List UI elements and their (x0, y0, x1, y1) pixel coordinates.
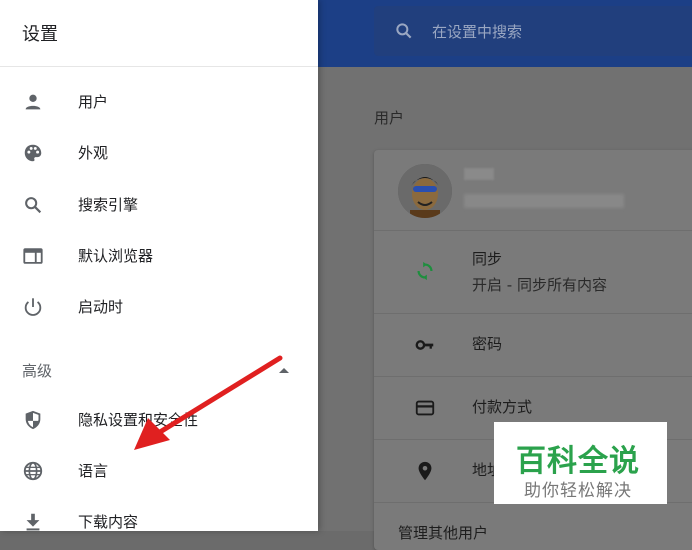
nav-label: 隐私设置和安全性 (78, 411, 199, 429)
manage-users-label: 管理其他用户 (398, 524, 489, 542)
download-icon (26, 513, 40, 531)
palette-icon (24, 144, 42, 162)
advanced-toggle-label[interactable]: 高级 (22, 360, 52, 381)
watermark-brand: 百科全说 (516, 444, 640, 479)
passwords-row[interactable]: 密码 (374, 313, 692, 377)
globe-icon (23, 461, 43, 481)
search-placeholder: 在设置中搜索 (432, 23, 523, 41)
nav-label: 外观 (78, 144, 109, 162)
nav-item-people[interactable]: 用户 (0, 80, 318, 124)
top-bar: 在设置中搜索 (318, 0, 692, 67)
key-icon (415, 340, 434, 350)
nav-label: 默认浏览器 (78, 247, 154, 265)
passwords-label: 密码 (472, 335, 503, 353)
section-title-people: 用户 (374, 109, 405, 127)
profile-name-blurred (464, 168, 494, 180)
sync-label: 同步 (472, 250, 503, 268)
settings-drawer: 设置 用户 外观 搜索引擎 默认浏览器 启动时 高级 隐私设置和安全性 语言 下… (0, 0, 318, 531)
nav-item-default-browser[interactable]: 默认浏览器 (0, 234, 318, 278)
nav-label: 搜索引擎 (78, 196, 139, 214)
person-icon (25, 94, 41, 110)
payment-label: 付款方式 (472, 398, 533, 416)
search-icon (25, 197, 42, 214)
profile-row[interactable] (374, 150, 692, 231)
manage-users-row[interactable]: 管理其他用户 (374, 502, 692, 550)
nav-label: 用户 (78, 93, 109, 111)
profile-email-blurred (464, 194, 624, 208)
nav-label: 语言 (78, 462, 109, 480)
browser-icon (23, 248, 43, 264)
nav-label: 启动时 (78, 298, 124, 316)
settings-search-box[interactable]: 在设置中搜索 (374, 6, 692, 56)
power-icon (24, 298, 42, 316)
watermark-slogan: 助你轻松解决 (524, 481, 632, 501)
nav-item-languages[interactable]: 语言 (0, 449, 318, 493)
nav-item-privacy-security[interactable]: 隐私设置和安全性 (0, 398, 318, 442)
avatar (398, 164, 452, 218)
nav-label: 下载内容 (78, 513, 139, 531)
nav-item-appearance[interactable]: 外观 (0, 131, 318, 175)
watermark: 百科全说 助你轻松解决 (494, 422, 667, 504)
drawer-title: 设置 (22, 24, 58, 45)
nav-item-downloads[interactable]: 下载内容 (0, 500, 318, 544)
chevron-up-icon[interactable] (278, 366, 290, 374)
sync-status: 开启 - 同步所有内容 (472, 276, 607, 294)
search-icon (396, 23, 412, 39)
shield-icon (25, 410, 41, 430)
location-pin-icon (418, 461, 432, 481)
sync-row[interactable]: 同步 开启 - 同步所有内容 (374, 230, 692, 314)
nav-item-search-engine[interactable]: 搜索引擎 (0, 183, 318, 227)
drawer-header: 设置 (0, 0, 318, 67)
sync-icon (417, 261, 433, 281)
credit-card-icon (415, 400, 435, 416)
nav-item-on-startup[interactable]: 启动时 (0, 285, 318, 329)
